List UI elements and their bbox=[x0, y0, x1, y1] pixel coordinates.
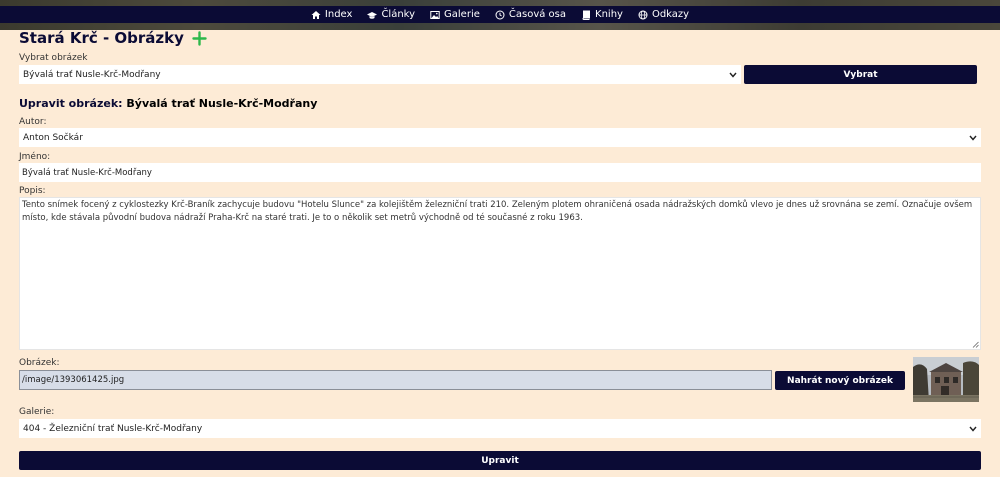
author-dropdown[interactable]: Anton Sočkár bbox=[19, 128, 981, 147]
select-image-value: Bývalá trať Nusle-Krč-Modřany bbox=[23, 69, 161, 80]
select-image-dropdown[interactable]: Bývalá trať Nusle-Krč-Modřany bbox=[19, 65, 741, 84]
name-label: Jméno: bbox=[19, 152, 51, 162]
gallery-value: 404 - Železniční trať Nusle-Krč-Modřany bbox=[23, 423, 203, 434]
page-title: Stará Krč - Obrázky bbox=[19, 29, 207, 47]
nav-item-label: Galerie bbox=[444, 9, 480, 20]
edit-heading-prefix: Upravit obrázek: bbox=[19, 97, 123, 110]
image-thumbnail[interactable] bbox=[913, 357, 979, 402]
plus-icon[interactable] bbox=[192, 30, 207, 46]
nav-item-label: Články bbox=[381, 9, 416, 20]
select-image-label: Vybrat obrázek bbox=[19, 53, 88, 63]
image-label: Obrázek: bbox=[19, 358, 60, 368]
nav-item-label: Časová osa bbox=[508, 9, 567, 20]
image-path-input[interactable]: /image/1393061425.jpg bbox=[19, 370, 772, 390]
select-button[interactable]: Vybrat bbox=[744, 65, 977, 84]
page-title-text: Stará Krč - Obrázky bbox=[19, 29, 184, 47]
nav-item-clanky[interactable]: Články bbox=[367, 9, 415, 20]
building-photo bbox=[913, 357, 979, 402]
nav-item-label: Index bbox=[324, 9, 353, 20]
description-text: Tento snímek focený z cyklostezky Krč-Br… bbox=[22, 200, 973, 223]
nav-item-label: Odkazy bbox=[651, 9, 690, 20]
book-icon bbox=[582, 10, 591, 20]
gallery-dropdown[interactable]: 404 - Železniční trať Nusle-Krč-Modřany bbox=[19, 419, 981, 438]
home-icon bbox=[311, 10, 321, 19]
nav-item-galerie[interactable]: Galerie bbox=[430, 9, 480, 20]
edit-heading-item: Bývalá trať Nusle-Krč-Modřany bbox=[126, 97, 318, 110]
nav-item-odkazy[interactable]: Odkazy bbox=[638, 9, 689, 20]
nav-item-knihy[interactable]: Knihy bbox=[581, 9, 623, 20]
name-input[interactable]: Bývalá trať Nusle-Krč-Modřany bbox=[19, 163, 981, 182]
edit-heading: Upravit obrázek: Bývalá trať Nusle-Krč-M… bbox=[19, 97, 317, 110]
image-icon bbox=[430, 10, 440, 19]
history-clock-icon bbox=[495, 10, 505, 19]
chevron-down-icon bbox=[729, 72, 737, 78]
nav-item-casova-osa[interactable]: Časová osa bbox=[495, 9, 566, 20]
chevron-down-icon bbox=[969, 135, 977, 141]
nav-item-index[interactable]: Index bbox=[311, 9, 353, 20]
main-nav: Index Články Galerie Časová osa Knihy Od… bbox=[0, 6, 1000, 23]
description-label: Popis: bbox=[19, 186, 46, 196]
author-value: Anton Sočkár bbox=[23, 132, 83, 143]
submit-edit-button[interactable]: Upravit bbox=[19, 451, 981, 470]
upload-image-button[interactable]: Nahrát nový obrázek bbox=[775, 371, 905, 390]
author-label: Autor: bbox=[19, 117, 47, 127]
globe-icon bbox=[638, 10, 648, 19]
chevron-down-icon bbox=[969, 426, 977, 432]
graduation-cap-icon bbox=[367, 11, 378, 19]
resize-handle-icon[interactable] bbox=[972, 341, 979, 348]
gallery-label: Galerie: bbox=[19, 407, 55, 417]
nav-item-label: Knihy bbox=[595, 9, 623, 20]
description-textarea[interactable]: Tento snímek focený z cyklostezky Krč-Br… bbox=[19, 197, 981, 350]
